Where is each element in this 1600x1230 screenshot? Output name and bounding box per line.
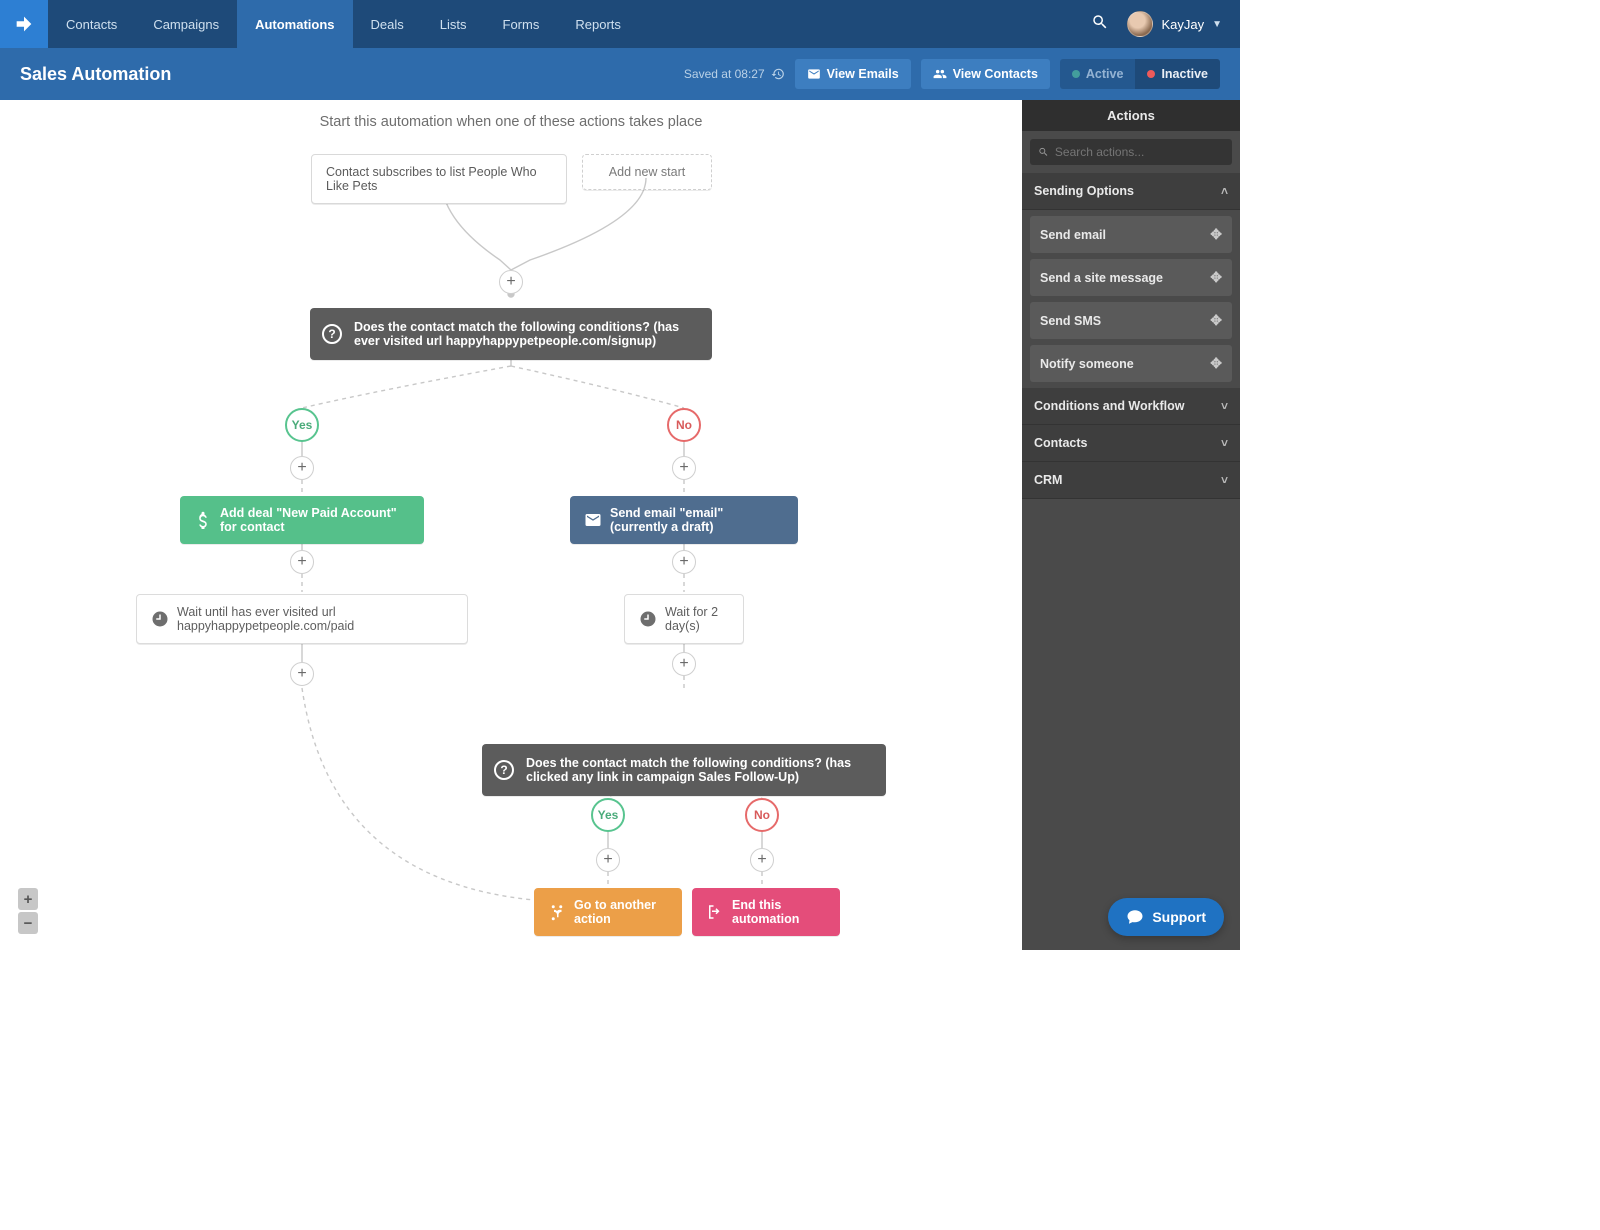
end-automation-node[interactable]: End this automation — [692, 888, 840, 936]
chat-icon — [1126, 908, 1144, 926]
automation-intro-text: Start this automation when one of these … — [0, 114, 1022, 130]
branch-no-1[interactable]: No — [667, 408, 701, 442]
add-new-start[interactable]: Add new start — [582, 154, 712, 190]
avatar — [1127, 11, 1153, 37]
status-toggle: Active Inactive — [1060, 59, 1220, 89]
action-send-email[interactable]: Send email✥ — [1030, 216, 1232, 253]
add-step-button[interactable]: + — [750, 848, 774, 872]
branch-yes-1[interactable]: Yes — [285, 408, 319, 442]
add-step-button[interactable]: + — [290, 550, 314, 574]
active-toggle[interactable]: Active — [1060, 59, 1136, 89]
chevron-down-icon: ▼ — [1212, 19, 1222, 30]
panel-title: Actions — [1022, 100, 1240, 131]
nav-contacts[interactable]: Contacts — [48, 0, 135, 48]
add-step-button[interactable]: + — [672, 550, 696, 574]
add-step-button[interactable]: + — [596, 848, 620, 872]
nav-forms[interactable]: Forms — [485, 0, 558, 48]
dollar-icon — [194, 511, 212, 529]
inactive-toggle[interactable]: Inactive — [1135, 59, 1220, 89]
clock-icon — [151, 610, 169, 628]
automation-canvas[interactable]: Start this automation when one of these … — [0, 100, 1022, 950]
zoom-in-button[interactable]: + — [18, 888, 38, 910]
chevron-down-icon: ˅ — [1221, 473, 1228, 487]
view-contacts-button[interactable]: View Contacts — [921, 59, 1050, 89]
move-icon: ✥ — [1210, 355, 1222, 372]
panel-search-input[interactable] — [1055, 145, 1224, 159]
clock-icon — [639, 610, 657, 628]
add-step-button[interactable]: + — [290, 456, 314, 480]
nav-items: Contacts Campaigns Automations Deals Lis… — [48, 0, 639, 48]
branch-no-2[interactable]: No — [745, 798, 779, 832]
add-step-button[interactable]: + — [672, 652, 696, 676]
action-send-sms[interactable]: Send SMS✥ — [1030, 302, 1232, 339]
section-contacts[interactable]: Contacts˅ — [1022, 425, 1240, 462]
search-icon — [1038, 146, 1049, 158]
user-menu[interactable]: KayJay ▼ — [1127, 11, 1222, 37]
exit-icon — [706, 903, 724, 921]
section-crm[interactable]: CRM˅ — [1022, 462, 1240, 499]
nav-deals[interactable]: Deals — [353, 0, 422, 48]
page-title: Sales Automation — [20, 64, 171, 85]
support-button[interactable]: Support — [1108, 898, 1224, 936]
people-icon — [933, 67, 947, 81]
send-email-node[interactable]: Send email "email" (currently a draft) — [570, 496, 798, 544]
zoom-controls: + − — [18, 888, 38, 936]
wait-url-node[interactable]: Wait until has ever visited url happyhap… — [136, 594, 468, 644]
zoom-out-button[interactable]: − — [18, 912, 38, 934]
action-site-message[interactable]: Send a site message✥ — [1030, 259, 1232, 296]
add-deal-node[interactable]: Add deal "New Paid Account" for contact — [180, 496, 424, 544]
mail-icon — [584, 511, 602, 529]
nav-lists[interactable]: Lists — [422, 0, 485, 48]
mail-icon — [807, 67, 821, 81]
panel-search[interactable] — [1030, 139, 1232, 165]
app-logo[interactable] — [0, 0, 48, 48]
question-icon: ? — [494, 760, 514, 780]
chevron-down-icon: ˅ — [1221, 399, 1228, 413]
history-icon — [771, 67, 785, 81]
nav-automations[interactable]: Automations — [237, 0, 352, 48]
search-icon[interactable] — [1091, 13, 1109, 36]
wait-days-node[interactable]: Wait for 2 day(s) — [624, 594, 744, 644]
move-icon: ✥ — [1210, 312, 1222, 329]
sub-header: Sales Automation Saved at 08:27 View Ema… — [0, 48, 1240, 100]
trigger-start[interactable]: Contact subscribes to list People Who Li… — [311, 154, 567, 204]
branch-yes-2[interactable]: Yes — [591, 798, 625, 832]
view-emails-button[interactable]: View Emails — [795, 59, 911, 89]
branch-icon — [548, 903, 566, 921]
move-icon: ✥ — [1210, 226, 1222, 243]
add-step-button[interactable]: + — [499, 270, 523, 294]
chevron-up-icon: ˄ — [1221, 184, 1228, 198]
action-notify[interactable]: Notify someone✥ — [1030, 345, 1232, 382]
nav-reports[interactable]: Reports — [557, 0, 639, 48]
connector-layer — [0, 100, 1022, 950]
goto-action-node[interactable]: Go to another action — [534, 888, 682, 936]
top-nav: Contacts Campaigns Automations Deals Lis… — [0, 0, 1240, 48]
condition-node-2[interactable]: ? Does the contact match the following c… — [482, 744, 886, 796]
chevron-down-icon: ˅ — [1221, 436, 1228, 450]
add-step-button[interactable]: + — [290, 662, 314, 686]
actions-panel: Actions Sending Options˄ Send email✥ Sen… — [1022, 100, 1240, 950]
saved-status: Saved at 08:27 — [684, 67, 785, 81]
section-conditions[interactable]: Conditions and Workflow˅ — [1022, 388, 1240, 425]
section-sending[interactable]: Sending Options˄ — [1022, 173, 1240, 210]
user-name: KayJay — [1161, 17, 1204, 32]
move-icon: ✥ — [1210, 269, 1222, 286]
question-icon: ? — [322, 324, 342, 344]
add-step-button[interactable]: + — [672, 456, 696, 480]
condition-node-1[interactable]: ? Does the contact match the following c… — [310, 308, 712, 360]
nav-campaigns[interactable]: Campaigns — [135, 0, 237, 48]
